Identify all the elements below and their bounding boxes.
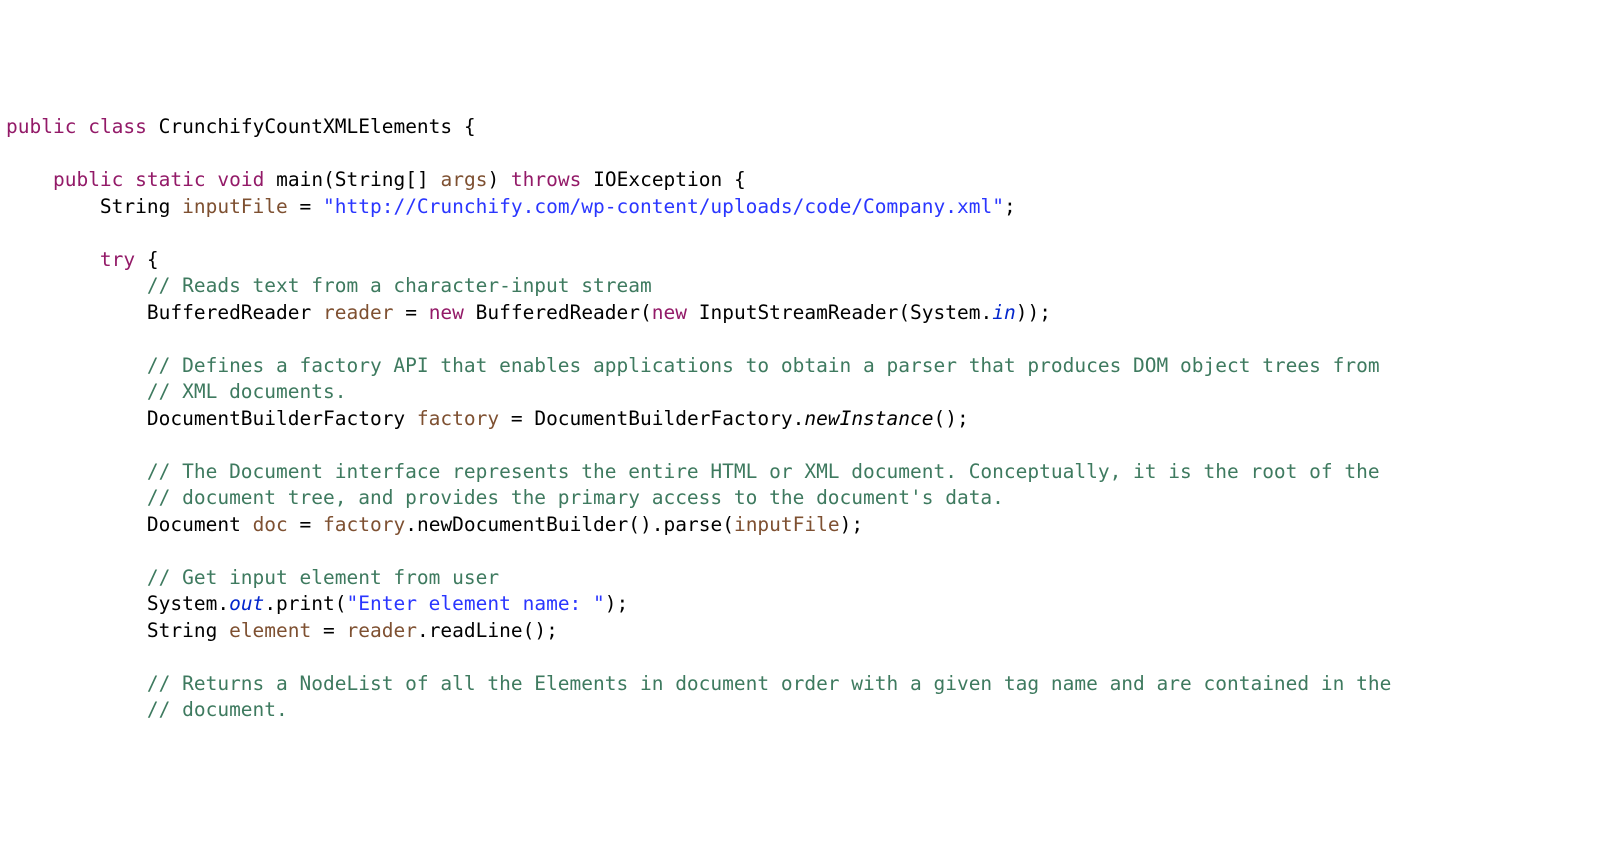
indent bbox=[6, 460, 147, 483]
type: String bbox=[100, 195, 182, 218]
code-line: // Reads text from a character-input str… bbox=[6, 274, 652, 297]
keyword-try: try bbox=[100, 248, 135, 271]
indent bbox=[6, 486, 147, 509]
static-field-in: in bbox=[992, 301, 1015, 324]
ref-inputfile: inputFile bbox=[734, 513, 840, 536]
code-line: public class CrunchifyCountXMLElements { bbox=[6, 115, 476, 138]
keyword-static: static bbox=[135, 168, 205, 191]
comment: // Returns a NodeList of all the Element… bbox=[147, 672, 1391, 695]
params-close: ) bbox=[487, 168, 499, 191]
comment: // Reads text from a character-input str… bbox=[147, 274, 652, 297]
keyword-public: public bbox=[53, 168, 123, 191]
indent bbox=[6, 248, 100, 271]
var-factory: factory bbox=[417, 407, 499, 430]
indent bbox=[6, 274, 147, 297]
indent bbox=[6, 672, 147, 695]
static-field-out: out bbox=[229, 592, 264, 615]
assign: = bbox=[393, 301, 428, 324]
indent bbox=[6, 698, 147, 721]
static-call-newinstance: newInstance bbox=[804, 407, 933, 430]
code-line: // document. bbox=[6, 698, 288, 721]
comment: // Get input element from user bbox=[147, 566, 499, 589]
var-inputfile: inputFile bbox=[182, 195, 288, 218]
class-name: CrunchifyCountXMLElements bbox=[159, 115, 453, 138]
type: Document bbox=[147, 513, 253, 536]
semicolon: ; bbox=[1004, 195, 1016, 218]
type: String bbox=[147, 619, 229, 642]
code-line: // The Document interface represents the… bbox=[6, 460, 1380, 483]
brace: { bbox=[452, 115, 475, 138]
assign: = bbox=[288, 513, 323, 536]
keyword-new: new bbox=[652, 301, 687, 324]
code-line: String element = reader.readLine(); bbox=[6, 619, 558, 642]
brace: { bbox=[135, 248, 158, 271]
keyword-void: void bbox=[217, 168, 264, 191]
indent bbox=[6, 301, 147, 324]
comment: // document tree, and provides the prima… bbox=[147, 486, 1004, 509]
type: DocumentBuilderFactory bbox=[147, 407, 417, 430]
close-paren: ); bbox=[840, 513, 863, 536]
exception-type: IOException { bbox=[581, 168, 745, 191]
comment: // Defines a factory API that enables ap… bbox=[147, 354, 1380, 377]
assign: = bbox=[288, 195, 323, 218]
close-paren: ); bbox=[605, 592, 628, 615]
indent bbox=[6, 407, 147, 430]
call-chain: System. bbox=[147, 592, 229, 615]
comment: // The Document interface represents the… bbox=[147, 460, 1380, 483]
method-name: main bbox=[276, 168, 323, 191]
indent bbox=[6, 380, 147, 403]
type: BufferedReader bbox=[147, 301, 323, 324]
close-paren: (); bbox=[934, 407, 969, 430]
param-args: args bbox=[440, 168, 487, 191]
code-line: // Returns a NodeList of all the Element… bbox=[6, 672, 1391, 695]
method-readline: .readLine(); bbox=[417, 619, 558, 642]
indent bbox=[6, 619, 147, 642]
ref-reader: reader bbox=[347, 619, 417, 642]
assign: = DocumentBuilderFactory. bbox=[499, 407, 804, 430]
var-doc: doc bbox=[253, 513, 288, 536]
code-line: // document tree, and provides the prima… bbox=[6, 486, 1004, 509]
ctor: InputStreamReader(System. bbox=[687, 301, 992, 324]
code-line: DocumentBuilderFactory factory = Documen… bbox=[6, 407, 969, 430]
var-element: element bbox=[229, 619, 311, 642]
code-block: public class CrunchifyCountXMLElements {… bbox=[6, 114, 1600, 724]
ref-factory: factory bbox=[323, 513, 405, 536]
indent bbox=[6, 195, 100, 218]
code-line: try { bbox=[6, 248, 159, 271]
code-line: // XML documents. bbox=[6, 380, 346, 403]
code-line: Document doc = factory.newDocumentBuilde… bbox=[6, 513, 863, 536]
indent bbox=[6, 354, 147, 377]
code-line: BufferedReader reader = new BufferedRead… bbox=[6, 301, 1051, 324]
keyword-public: public bbox=[6, 115, 76, 138]
indent bbox=[6, 566, 147, 589]
ctor: BufferedReader( bbox=[464, 301, 652, 324]
keyword-new: new bbox=[429, 301, 464, 324]
assign: = bbox=[311, 619, 346, 642]
close-paren: )); bbox=[1016, 301, 1051, 324]
comment: // XML documents. bbox=[147, 380, 347, 403]
keyword-throws: throws bbox=[499, 168, 581, 191]
comment: // document. bbox=[147, 698, 288, 721]
indent bbox=[6, 168, 53, 191]
code-line: String inputFile = "http://Crunchify.com… bbox=[6, 195, 1016, 218]
params-open: (String[] bbox=[323, 168, 440, 191]
code-line: // Get input element from user bbox=[6, 566, 499, 589]
indent bbox=[6, 513, 147, 536]
method-print: .print( bbox=[264, 592, 346, 615]
call-chain: .newDocumentBuilder().parse( bbox=[405, 513, 734, 536]
string-literal: "Enter element name: " bbox=[347, 592, 605, 615]
string-literal: "http://Crunchify.com/wp-content/uploads… bbox=[323, 195, 1004, 218]
code-line: System.out.print("Enter element name: ")… bbox=[6, 592, 628, 615]
code-line: public static void main(String[] args) t… bbox=[6, 168, 746, 191]
indent bbox=[6, 592, 147, 615]
var-reader: reader bbox=[323, 301, 393, 324]
code-line: // Defines a factory API that enables ap… bbox=[6, 354, 1380, 377]
keyword-class: class bbox=[88, 115, 147, 138]
